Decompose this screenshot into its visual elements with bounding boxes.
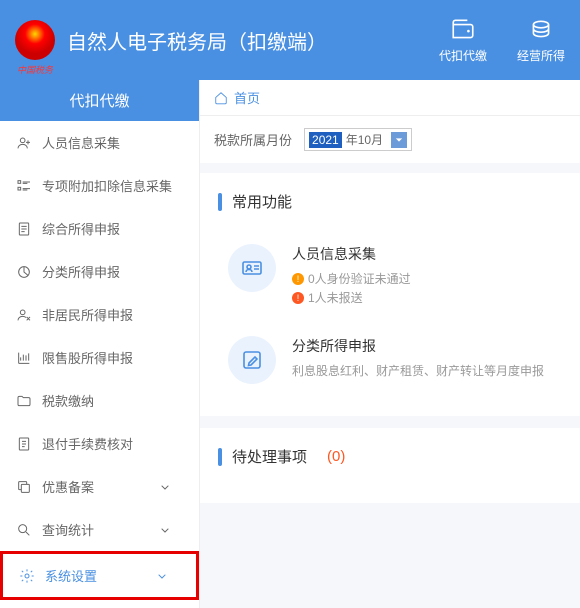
sidebar: 代扣代缴 人员信息采集 专项附加扣除信息采集 综合所得申报 分类所得申报 非居民…: [0, 80, 200, 608]
sidebar-item-preference[interactable]: 优惠备案: [0, 465, 199, 508]
panel-pending: 待处理事项 (0): [200, 428, 580, 503]
period-dropdown-icon[interactable]: [391, 132, 407, 148]
header-actions: 代扣代缴 经营所得: [439, 17, 565, 64]
gear-icon: [19, 568, 35, 584]
header-action-label: 代扣代缴: [439, 47, 487, 64]
func-desc: 利息股息红利、财产租赁、财产转让等月度申报: [292, 362, 552, 379]
header-action-business[interactable]: 经营所得: [517, 17, 565, 64]
sidebar-item-personnel[interactable]: 人员信息采集: [0, 121, 199, 164]
chevron-down-icon: [157, 479, 173, 495]
sidebar-item-label: 优惠备案: [42, 477, 94, 496]
sidebar-item-category[interactable]: 分类所得申报: [0, 250, 199, 293]
panel-title: 待处理事项 (0): [218, 446, 562, 467]
home-icon: [214, 91, 228, 105]
coins-icon: [528, 17, 554, 43]
sidebar-item-label: 人员信息采集: [42, 133, 120, 152]
breadcrumb[interactable]: 首页: [200, 80, 580, 116]
error-icon: !: [292, 292, 304, 304]
chart-icon: [16, 350, 32, 366]
panel-common-functions: 常用功能 人员信息采集 ! 0人身份验证未通过 ! 1人未报送: [200, 173, 580, 416]
func-body: 分类所得申报 利息股息红利、财产租赁、财产转让等月度申报: [292, 336, 552, 384]
sidebar-item-taxpay[interactable]: 税款缴纳: [0, 379, 199, 422]
sidebar-item-query[interactable]: 查询统计: [0, 508, 199, 551]
warning-icon: !: [292, 273, 304, 285]
logo-emblem: 中国税务: [15, 20, 55, 60]
sidebar-item-label: 分类所得申报: [42, 262, 120, 281]
sidebar-item-deduction[interactable]: 专项附加扣除信息采集: [0, 164, 199, 207]
chevron-down-icon: [157, 522, 173, 538]
period-label: 税款所属月份: [214, 130, 292, 149]
pending-count: (0): [327, 448, 345, 465]
sidebar-item-label: 系统设置: [45, 566, 97, 585]
id-card-icon: [228, 244, 276, 292]
edit-doc-icon: [228, 336, 276, 384]
func-title: 分类所得申报: [292, 336, 552, 356]
wallet-icon: [450, 17, 476, 43]
document-icon: [16, 221, 32, 237]
folder-icon: [16, 393, 32, 409]
breadcrumb-home: 首页: [234, 88, 260, 107]
chevron-down-icon: [154, 568, 170, 584]
sidebar-item-refund[interactable]: 退付手续费核对: [0, 422, 199, 465]
period-row: 税款所属月份 2021 年10月: [200, 116, 580, 163]
sidebar-item-label: 非居民所得申报: [42, 305, 133, 324]
logo-caption: 中国税务: [17, 63, 53, 76]
sidebar-item-label: 查询统计: [42, 520, 94, 539]
sidebar-header: 代扣代缴: [0, 80, 199, 121]
panel-title: 常用功能: [218, 191, 562, 212]
period-month: 年10月: [342, 131, 387, 148]
list-icon: [16, 178, 32, 194]
user-x-icon: [16, 307, 32, 323]
app-title: 自然人电子税务局（扣缴端）: [67, 26, 439, 55]
sidebar-item-label: 专项附加扣除信息采集: [42, 176, 172, 195]
func-error-line: ! 1人未报送: [292, 289, 552, 306]
pie-icon: [16, 264, 32, 280]
sidebar-item-label: 退付手续费核对: [42, 434, 133, 453]
sidebar-item-comprehensive[interactable]: 综合所得申报: [0, 207, 199, 250]
main-content: 首页 税款所属月份 2021 年10月 常用功能 人员信息采集: [200, 80, 580, 608]
sidebar-item-label: 税款缴纳: [42, 391, 94, 410]
app-header: 中国税务 自然人电子税务局（扣缴端） 代扣代缴 经营所得: [0, 0, 580, 80]
copy-icon: [16, 479, 32, 495]
func-title: 人员信息采集: [292, 244, 552, 264]
sidebar-item-nonresident[interactable]: 非居民所得申报: [0, 293, 199, 336]
sidebar-item-restricted[interactable]: 限售股所得申报: [0, 336, 199, 379]
sidebar-item-settings[interactable]: 系统设置: [0, 551, 199, 600]
search-icon: [16, 522, 32, 538]
header-action-label: 经营所得: [517, 47, 565, 64]
sidebar-item-label: 限售股所得申报: [42, 348, 133, 367]
period-year: 2021: [309, 132, 342, 148]
func-warning-line: ! 0人身份验证未通过: [292, 270, 552, 287]
person-add-icon: [16, 135, 32, 151]
func-item-personnel[interactable]: 人员信息采集 ! 0人身份验证未通过 ! 1人未报送: [218, 230, 562, 322]
sidebar-item-label: 综合所得申报: [42, 219, 120, 238]
header-action-withholding[interactable]: 代扣代缴: [439, 17, 487, 64]
period-input[interactable]: 2021 年10月: [304, 128, 412, 151]
func-item-category[interactable]: 分类所得申报 利息股息红利、财产租赁、财产转让等月度申报: [218, 322, 562, 398]
receipt-icon: [16, 436, 32, 452]
func-body: 人员信息采集 ! 0人身份验证未通过 ! 1人未报送: [292, 244, 552, 308]
